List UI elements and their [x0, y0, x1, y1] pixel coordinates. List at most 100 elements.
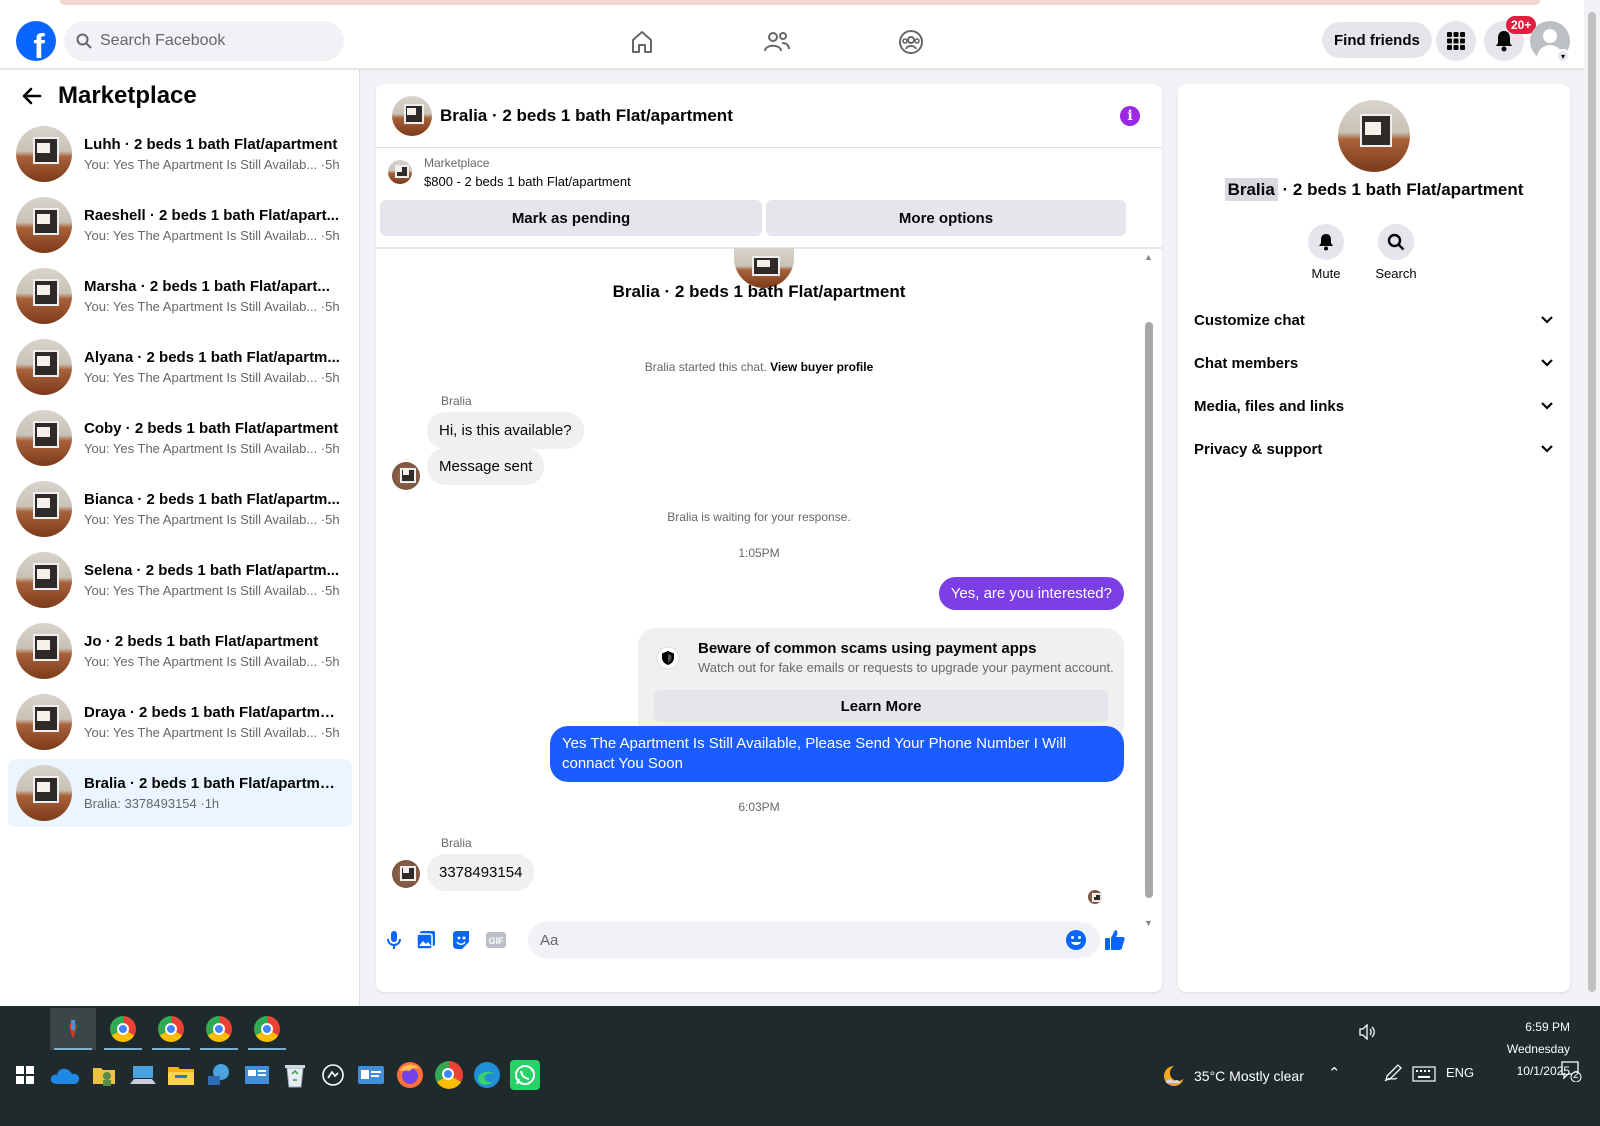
conversation-item[interactable]: Draya · 2 beds 1 bath Flat/apartment You:…	[8, 688, 352, 756]
id-card-icon[interactable]	[354, 1058, 388, 1092]
sidebar-header: Marketplace	[22, 82, 197, 110]
privacy-support-section[interactable]: Privacy & support	[1194, 429, 1554, 469]
control-panel-icon[interactable]	[240, 1058, 274, 1092]
customize-chat-section[interactable]: Customize chat	[1194, 300, 1554, 340]
windows-start-icon[interactable]	[8, 1058, 42, 1092]
learn-more-button[interactable]: Learn More	[654, 690, 1108, 722]
conversation-item-active[interactable]: Bralia · 2 beds 1 bath Flat/apartment Bra…	[8, 759, 352, 827]
listing-summary[interactable]: Marketplace $800 - 2 beds 1 bath Flat/ap…	[388, 156, 631, 189]
action-center-icon[interactable]: 2	[1560, 1060, 1582, 1085]
page-scrollbar[interactable]	[1584, 0, 1600, 1006]
outgoing-message[interactable]: Yes, are you interested?	[938, 577, 1124, 610]
sender-name: Bralia	[441, 394, 472, 408]
mute-button[interactable]: Mute	[1298, 224, 1354, 281]
settings-circle-icon[interactable]	[316, 1058, 350, 1092]
menu-grid-icon[interactable]	[1436, 21, 1476, 61]
conversation-item[interactable]: Luhh · 2 beds 1 bath Flat/apartment You: …	[8, 120, 352, 188]
browser-top-strip	[0, 0, 1600, 12]
onedrive-icon[interactable]	[48, 1058, 82, 1092]
search-icon	[1378, 224, 1414, 260]
sender-avatar[interactable]	[392, 462, 420, 490]
taskbar-app-tool[interactable]	[50, 1008, 96, 1050]
conversation-snippet: Bralia: 3378493154 ·1h	[84, 796, 220, 811]
conversation-item[interactable]: Selena · 2 beds 1 bath Flat/apartm... You…	[8, 546, 352, 614]
scam-warning-card: Beware of common scams using payment app…	[638, 628, 1124, 742]
whatsapp-icon[interactable]	[508, 1058, 542, 1092]
incoming-message[interactable]: Message sent	[427, 448, 545, 485]
facebook-logo[interactable]: f	[16, 21, 56, 61]
friends-icon[interactable]	[759, 24, 795, 60]
firefox-icon[interactable]	[393, 1058, 427, 1092]
chrome-icon[interactable]	[432, 1058, 466, 1092]
recycle-bin-icon[interactable]	[278, 1058, 312, 1092]
edge-icon[interactable]	[470, 1058, 504, 1092]
media-files-links-section[interactable]: Media, files and links	[1194, 386, 1554, 426]
chat-title[interactable]: Bralia · 2 beds 1 bath Flat/apartment	[440, 106, 733, 126]
speaker-icon[interactable]	[1358, 1023, 1376, 1043]
pen-icon[interactable]	[1384, 1064, 1404, 1085]
outgoing-message[interactable]: Yes The Apartment Is Still Available, Pl…	[550, 726, 1124, 782]
more-options-button[interactable]: More options	[766, 200, 1126, 236]
microphone-icon[interactable]	[382, 928, 406, 952]
svg-text:GIF: GIF	[489, 936, 505, 946]
file-explorer-icon[interactable]	[164, 1058, 198, 1092]
bell-icon	[1308, 224, 1344, 260]
conversation-item[interactable]: Alyana · 2 beds 1 bath Flat/apartm... You…	[8, 333, 352, 401]
conversation-thumbnail	[16, 481, 72, 537]
chevron-up-icon[interactable]: ⌃	[1328, 1064, 1341, 1082]
photo-icon[interactable]	[414, 928, 438, 952]
groups-icon[interactable]	[893, 24, 929, 60]
weather-widget[interactable]: 35°C Mostly clear	[1162, 1064, 1304, 1088]
chat-details-panel: Bralia · 2 beds 1 bath Flat/apartment Mu…	[1178, 84, 1570, 992]
chat-started-text: Bralia started this chat.	[644, 360, 767, 374]
chevron-down-icon	[1541, 316, 1553, 324]
search-box[interactable]	[64, 21, 344, 61]
incoming-message[interactable]: 3378493154	[427, 854, 535, 891]
clock-date[interactable]: 10/1/2025	[1480, 1064, 1570, 1078]
info-icon[interactable]: i	[1120, 106, 1140, 126]
search-button[interactable]: Search	[1368, 224, 1424, 281]
taskbar-chrome-window[interactable]	[244, 1008, 290, 1050]
profile-avatar[interactable]	[1338, 100, 1410, 172]
conversation-thumbnail	[16, 268, 72, 324]
conversation-item[interactable]: Raeshell · 2 beds 1 bath Flat/apart... Yo…	[8, 191, 352, 259]
network-icon[interactable]	[202, 1058, 236, 1092]
this-pc-icon[interactable]	[126, 1058, 160, 1092]
gif-icon[interactable]: GIF	[484, 928, 508, 952]
user-folder-icon[interactable]	[87, 1058, 121, 1092]
keyboard-icon[interactable]	[1412, 1066, 1436, 1085]
home-icon[interactable]	[624, 24, 660, 60]
conversation-thumbnail	[16, 765, 72, 821]
section-label: Chat members	[1194, 354, 1299, 372]
back-arrow-icon[interactable]	[22, 86, 42, 106]
sender-avatar[interactable]	[392, 860, 420, 888]
shield-icon	[656, 646, 680, 670]
find-friends-button[interactable]: Find friends	[1322, 22, 1432, 58]
language-indicator[interactable]: ENG	[1446, 1065, 1474, 1080]
chevron-down-icon[interactable]: ▾	[1556, 49, 1570, 63]
taskbar-chrome-window[interactable]	[148, 1008, 194, 1050]
timestamp: 1:05PM	[738, 546, 780, 560]
mark-as-pending-button[interactable]: Mark as pending	[380, 200, 762, 236]
view-buyer-profile-link[interactable]: View buyer profile	[770, 360, 873, 374]
conversation-item[interactable]: Jo · 2 beds 1 bath Flat/apartment You: Ye…	[8, 617, 352, 685]
scroll-up-icon[interactable]: ▲	[1144, 252, 1153, 262]
conversation-item[interactable]: Marsha · 2 beds 1 bath Flat/apart... You:…	[8, 262, 352, 330]
sticker-icon[interactable]	[449, 928, 473, 952]
clock-time[interactable]: 6:59 PM	[1490, 1020, 1570, 1034]
search-input[interactable]	[100, 32, 320, 50]
taskbar-chrome-window[interactable]	[100, 1008, 146, 1050]
thumbs-up-icon[interactable]	[1103, 928, 1127, 952]
message-input[interactable]	[528, 922, 1100, 958]
taskbar-chrome-window[interactable]	[196, 1008, 242, 1050]
section-label: Media, files and links	[1194, 397, 1345, 415]
emoji-icon[interactable]	[1064, 928, 1088, 952]
conversation-thumbnail	[16, 410, 72, 466]
conversation-item[interactable]: Coby · 2 beds 1 bath Flat/apartment You: …	[8, 404, 352, 472]
conversation-item[interactable]: Bianca · 2 beds 1 bath Flat/apartm... You…	[8, 475, 352, 543]
chat-scrollbar[interactable]: ▲ ▼	[1142, 250, 1156, 928]
chat-members-section[interactable]: Chat members	[1194, 343, 1554, 383]
incoming-message[interactable]: Hi, is this available?	[427, 412, 584, 449]
clock-day[interactable]: Wednesday	[1480, 1042, 1570, 1056]
chat-avatar[interactable]	[392, 95, 432, 136]
